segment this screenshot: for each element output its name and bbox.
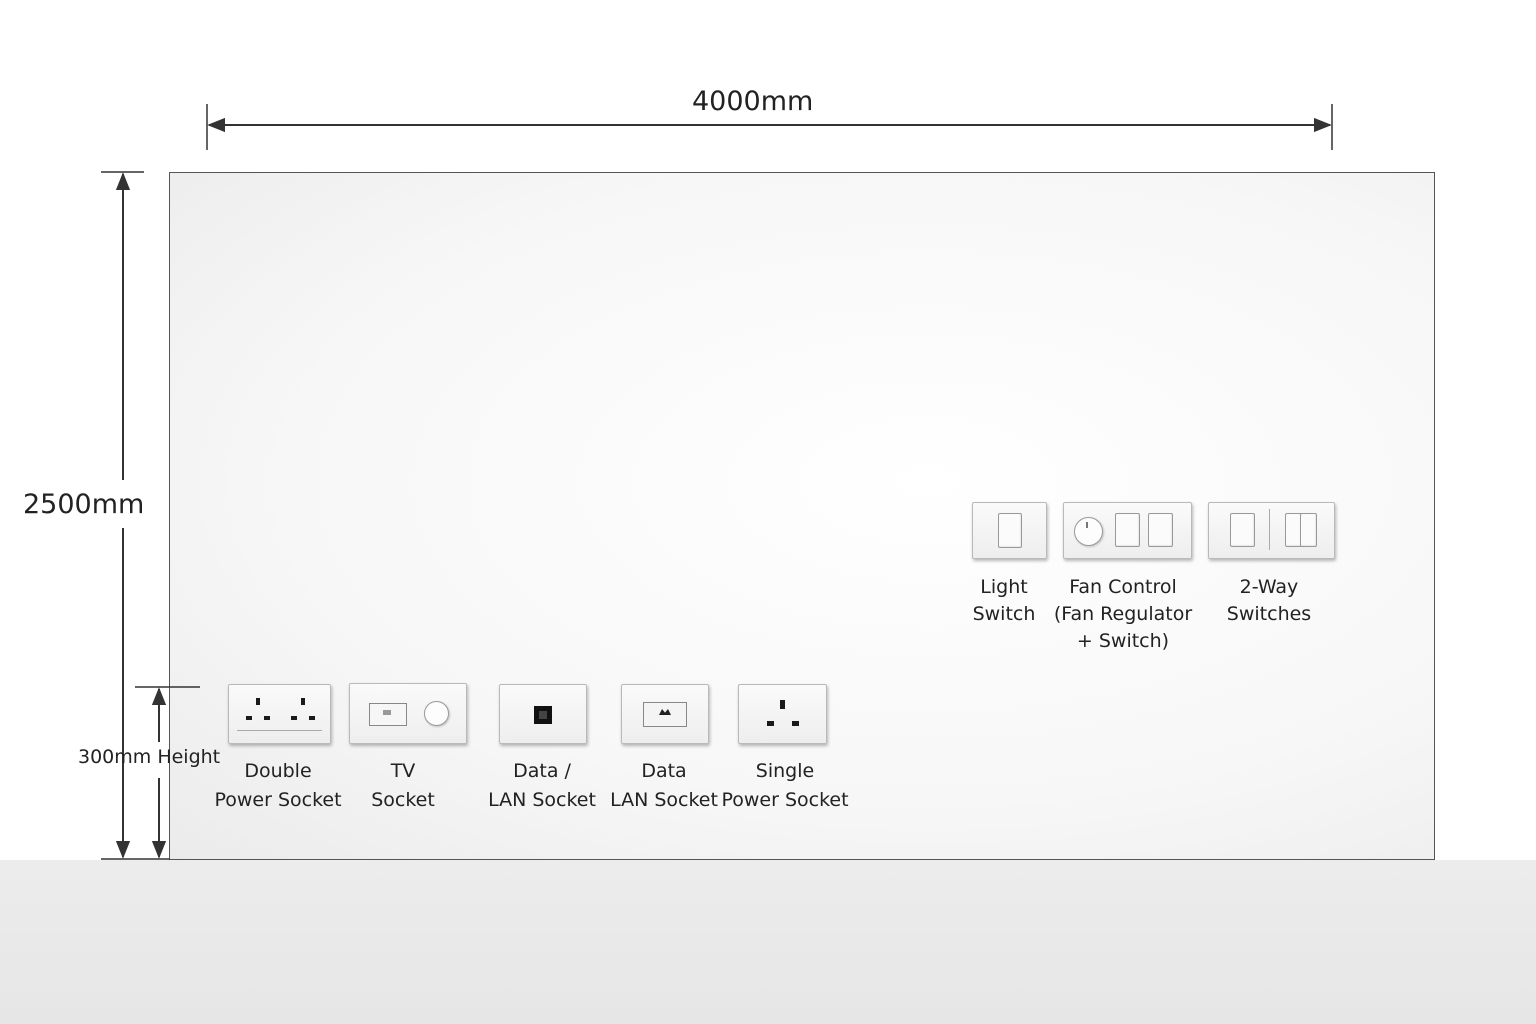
data-lan-socket-icon — [500, 685, 586, 743]
fan-regulator-icon — [1064, 503, 1191, 558]
caption-line: LAN Socket — [488, 789, 596, 811]
caption-line: TV — [390, 760, 416, 782]
caption-line: Data — [641, 760, 687, 782]
fan-control-label: Fan Control (Fan Regulator + Switch) — [1043, 574, 1203, 655]
caption-line: (Fan Regulator — [1053, 603, 1193, 625]
tv-socket-icon — [350, 684, 466, 743]
width-dimension-label: 4000mm — [692, 86, 814, 117]
caption-line: Fan Control — [1069, 576, 1177, 598]
caption-line: Power Socket — [214, 789, 342, 811]
data-lan-socket-1 — [499, 684, 587, 744]
data-lan-socket-icon — [622, 685, 708, 743]
caption-line: Double — [244, 760, 312, 782]
caption-line: Switches — [1226, 603, 1312, 625]
light-switch — [972, 502, 1047, 559]
caption-line: Power Socket — [721, 789, 849, 811]
caption-line: + Switch) — [1076, 630, 1170, 652]
caption-line: Socket — [371, 789, 435, 811]
socket-height-label: 300mm Height — [78, 746, 221, 768]
two-way-switch-icon — [1209, 503, 1334, 558]
data-lan-socket-1-label: Data / LAN Socket — [482, 757, 602, 815]
height-dimension-label: 2500mm — [23, 489, 145, 520]
double-power-socket-label: Double Power Socket — [203, 757, 353, 815]
caption-line: Single — [755, 760, 815, 782]
double-power-socket-icon — [229, 685, 330, 743]
two-way-switches — [1208, 502, 1335, 559]
caption-line: 2-Way — [1239, 576, 1299, 598]
two-way-switches-label: 2-Way Switches — [1209, 574, 1329, 628]
single-power-socket — [738, 684, 827, 744]
light-switch-icon — [973, 503, 1046, 558]
tv-socket — [349, 683, 467, 744]
fan-control — [1063, 502, 1192, 559]
data-lan-socket-2-label: Data LAN Socket — [604, 757, 724, 815]
tv-socket-label: TV Socket — [343, 757, 463, 815]
data-lan-socket-2 — [621, 684, 709, 744]
single-power-socket-icon — [739, 685, 826, 743]
caption-line: LAN Socket — [610, 789, 718, 811]
caption-line: Data / — [513, 760, 571, 782]
double-power-socket — [228, 684, 331, 744]
single-power-socket-label: Single Power Socket — [715, 757, 855, 815]
